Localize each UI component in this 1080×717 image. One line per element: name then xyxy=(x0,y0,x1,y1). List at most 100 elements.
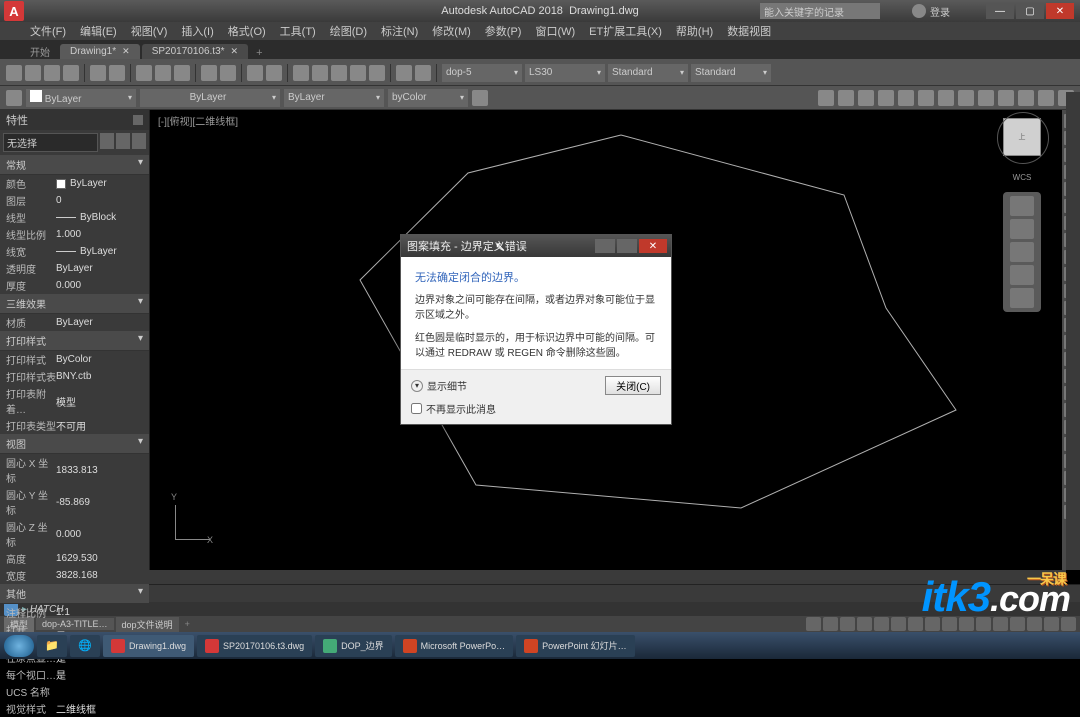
vertical-scrollbar[interactable] xyxy=(1066,92,1080,570)
new-tab-button[interactable]: + xyxy=(250,47,268,59)
layer-props-icon[interactable] xyxy=(6,90,22,106)
horizontal-scrollbar[interactable] xyxy=(0,570,1066,584)
prop-value[interactable]: BNY.ctb xyxy=(56,369,143,384)
lineweight-dropdown[interactable]: ByLayer▾ xyxy=(284,89,384,107)
status-icon[interactable] xyxy=(823,617,838,631)
prop-value[interactable]: 1.000 xyxy=(56,227,143,242)
paste-icon[interactable] xyxy=(174,65,190,81)
tool-icon[interactable] xyxy=(312,65,328,81)
zoom-icon[interactable] xyxy=(266,65,282,81)
menu-item[interactable]: 参数(P) xyxy=(485,23,522,39)
login-area[interactable]: 登录 xyxy=(912,4,950,19)
prop-value[interactable]: ByBlock xyxy=(56,210,143,225)
dialog-min-button[interactable] xyxy=(595,239,615,253)
section-header[interactable]: 常规▾ xyxy=(0,155,149,175)
tool-icon[interactable] xyxy=(369,65,385,81)
dialog-titlebar[interactable]: 图案填充 - 边界定义错误 ✕ xyxy=(401,235,671,257)
pinned-app[interactable]: 📁 xyxy=(37,635,67,657)
menu-item[interactable]: 工具(T) xyxy=(280,23,316,39)
taskbar-app[interactable]: Microsoft PowerPo… xyxy=(395,635,514,657)
selection-dropdown[interactable]: 无选择 xyxy=(3,133,98,152)
maximize-button[interactable]: ▢ xyxy=(1016,3,1044,19)
prop-value[interactable]: ByColor xyxy=(56,352,143,367)
cut-icon[interactable] xyxy=(136,65,152,81)
prop-value[interactable]: 0 xyxy=(56,193,143,208)
section-header[interactable]: 打印样式▾ xyxy=(0,331,149,351)
taskbar-app[interactable]: DOP_边界 xyxy=(315,635,392,657)
menu-item[interactable]: 插入(I) xyxy=(181,23,213,39)
prop-value[interactable]: 二维线框 xyxy=(56,701,143,716)
prop-value[interactable]: 0.000 xyxy=(56,519,143,549)
open-icon[interactable] xyxy=(25,65,41,81)
start-button[interactable] xyxy=(4,635,34,657)
tool-icon[interactable] xyxy=(878,90,894,106)
status-icon[interactable] xyxy=(840,617,855,631)
hatch-style-dropdown[interactable]: dop-5▾ xyxy=(442,64,522,82)
taskbar-app[interactable]: SP20170106.t3.dwg xyxy=(197,635,312,657)
dialog-close-button[interactable]: ✕ xyxy=(639,239,667,253)
pinned-app[interactable]: 🌐 xyxy=(70,635,100,657)
dialog-max-button[interactable] xyxy=(617,239,637,253)
new-icon[interactable] xyxy=(6,65,22,81)
help-search-input[interactable]: 能入关键字的记录 xyxy=(760,3,880,19)
tool-icon[interactable] xyxy=(818,90,834,106)
tool-icon[interactable] xyxy=(1018,90,1034,106)
minimize-button[interactable]: — xyxy=(986,3,1014,19)
zoom-icon[interactable] xyxy=(1010,242,1034,262)
orbit-icon[interactable] xyxy=(1010,265,1034,285)
menu-item[interactable]: 文件(F) xyxy=(30,23,66,39)
tool-icon[interactable] xyxy=(1038,90,1054,106)
linetype-dropdown[interactable]: LS30▾ xyxy=(525,64,605,82)
tool-icon[interactable] xyxy=(472,90,488,106)
menu-item[interactable]: 数据视图 xyxy=(727,23,771,39)
section-header[interactable]: 其他▾ xyxy=(0,584,149,604)
pickadd-icon[interactable] xyxy=(100,133,114,149)
section-header[interactable]: 视图▾ xyxy=(0,434,149,454)
prop-value[interactable]: 0.000 xyxy=(56,278,143,293)
preview-icon[interactable] xyxy=(109,65,125,81)
prop-value[interactable]: 是 xyxy=(56,667,143,682)
prop-value[interactable]: ByLayer xyxy=(56,261,143,276)
prop-value[interactable]: 1:1 xyxy=(56,605,143,620)
plot-icon[interactable] xyxy=(90,65,106,81)
add-layout-button[interactable]: + xyxy=(181,619,194,629)
prop-value[interactable]: 1833.813 xyxy=(56,455,143,485)
menu-item[interactable]: 修改(M) xyxy=(432,23,471,39)
menu-item[interactable]: 绘图(D) xyxy=(330,23,367,39)
status-icon[interactable] xyxy=(806,617,821,631)
prop-value[interactable]: -85.869 xyxy=(56,487,143,517)
start-tab-label[interactable]: 开始 xyxy=(30,44,50,59)
prop-value[interactable]: ByLayer xyxy=(56,176,143,191)
prop-value[interactable]: ByLayer xyxy=(56,315,143,330)
tool-icon[interactable] xyxy=(415,65,431,81)
linetype-dropdown[interactable]: ByLayer▾ xyxy=(140,89,280,107)
tool-icon[interactable] xyxy=(838,90,854,106)
menu-item[interactable]: ET扩展工具(X) xyxy=(589,23,662,39)
tool-icon[interactable] xyxy=(858,90,874,106)
status-icon[interactable] xyxy=(857,617,872,631)
command-input[interactable] xyxy=(30,604,1076,615)
status-icon[interactable] xyxy=(891,617,906,631)
menu-item[interactable]: 帮助(H) xyxy=(676,23,713,39)
tool-icon[interactable] xyxy=(396,65,412,81)
prop-value[interactable]: 1629.530 xyxy=(56,551,143,566)
tool-icon[interactable] xyxy=(958,90,974,106)
menu-item[interactable]: 标注(N) xyxy=(381,23,418,39)
tool-icon[interactable] xyxy=(998,90,1014,106)
prop-value[interactable]: 不可用 xyxy=(56,418,143,433)
pan-icon[interactable] xyxy=(247,65,263,81)
undo-icon[interactable] xyxy=(201,65,217,81)
section-header[interactable]: 三维效果▾ xyxy=(0,294,149,314)
menu-item[interactable]: 视图(V) xyxy=(131,23,168,39)
steeringwheel-icon[interactable] xyxy=(1010,196,1034,216)
tool-icon[interactable] xyxy=(918,90,934,106)
menu-item[interactable]: 窗口(W) xyxy=(535,23,575,39)
prop-value[interactable] xyxy=(56,684,143,699)
quickselect-icon[interactable] xyxy=(132,133,146,149)
prop-value[interactable]: ByLayer xyxy=(56,244,143,259)
redo-icon[interactable] xyxy=(220,65,236,81)
status-icon[interactable] xyxy=(874,617,889,631)
plotcolor-dropdown[interactable]: byColor▾ xyxy=(388,89,468,107)
viewcube[interactable]: 上 xyxy=(1003,118,1041,156)
doc-tab[interactable]: Drawing1*✕ xyxy=(60,44,140,59)
